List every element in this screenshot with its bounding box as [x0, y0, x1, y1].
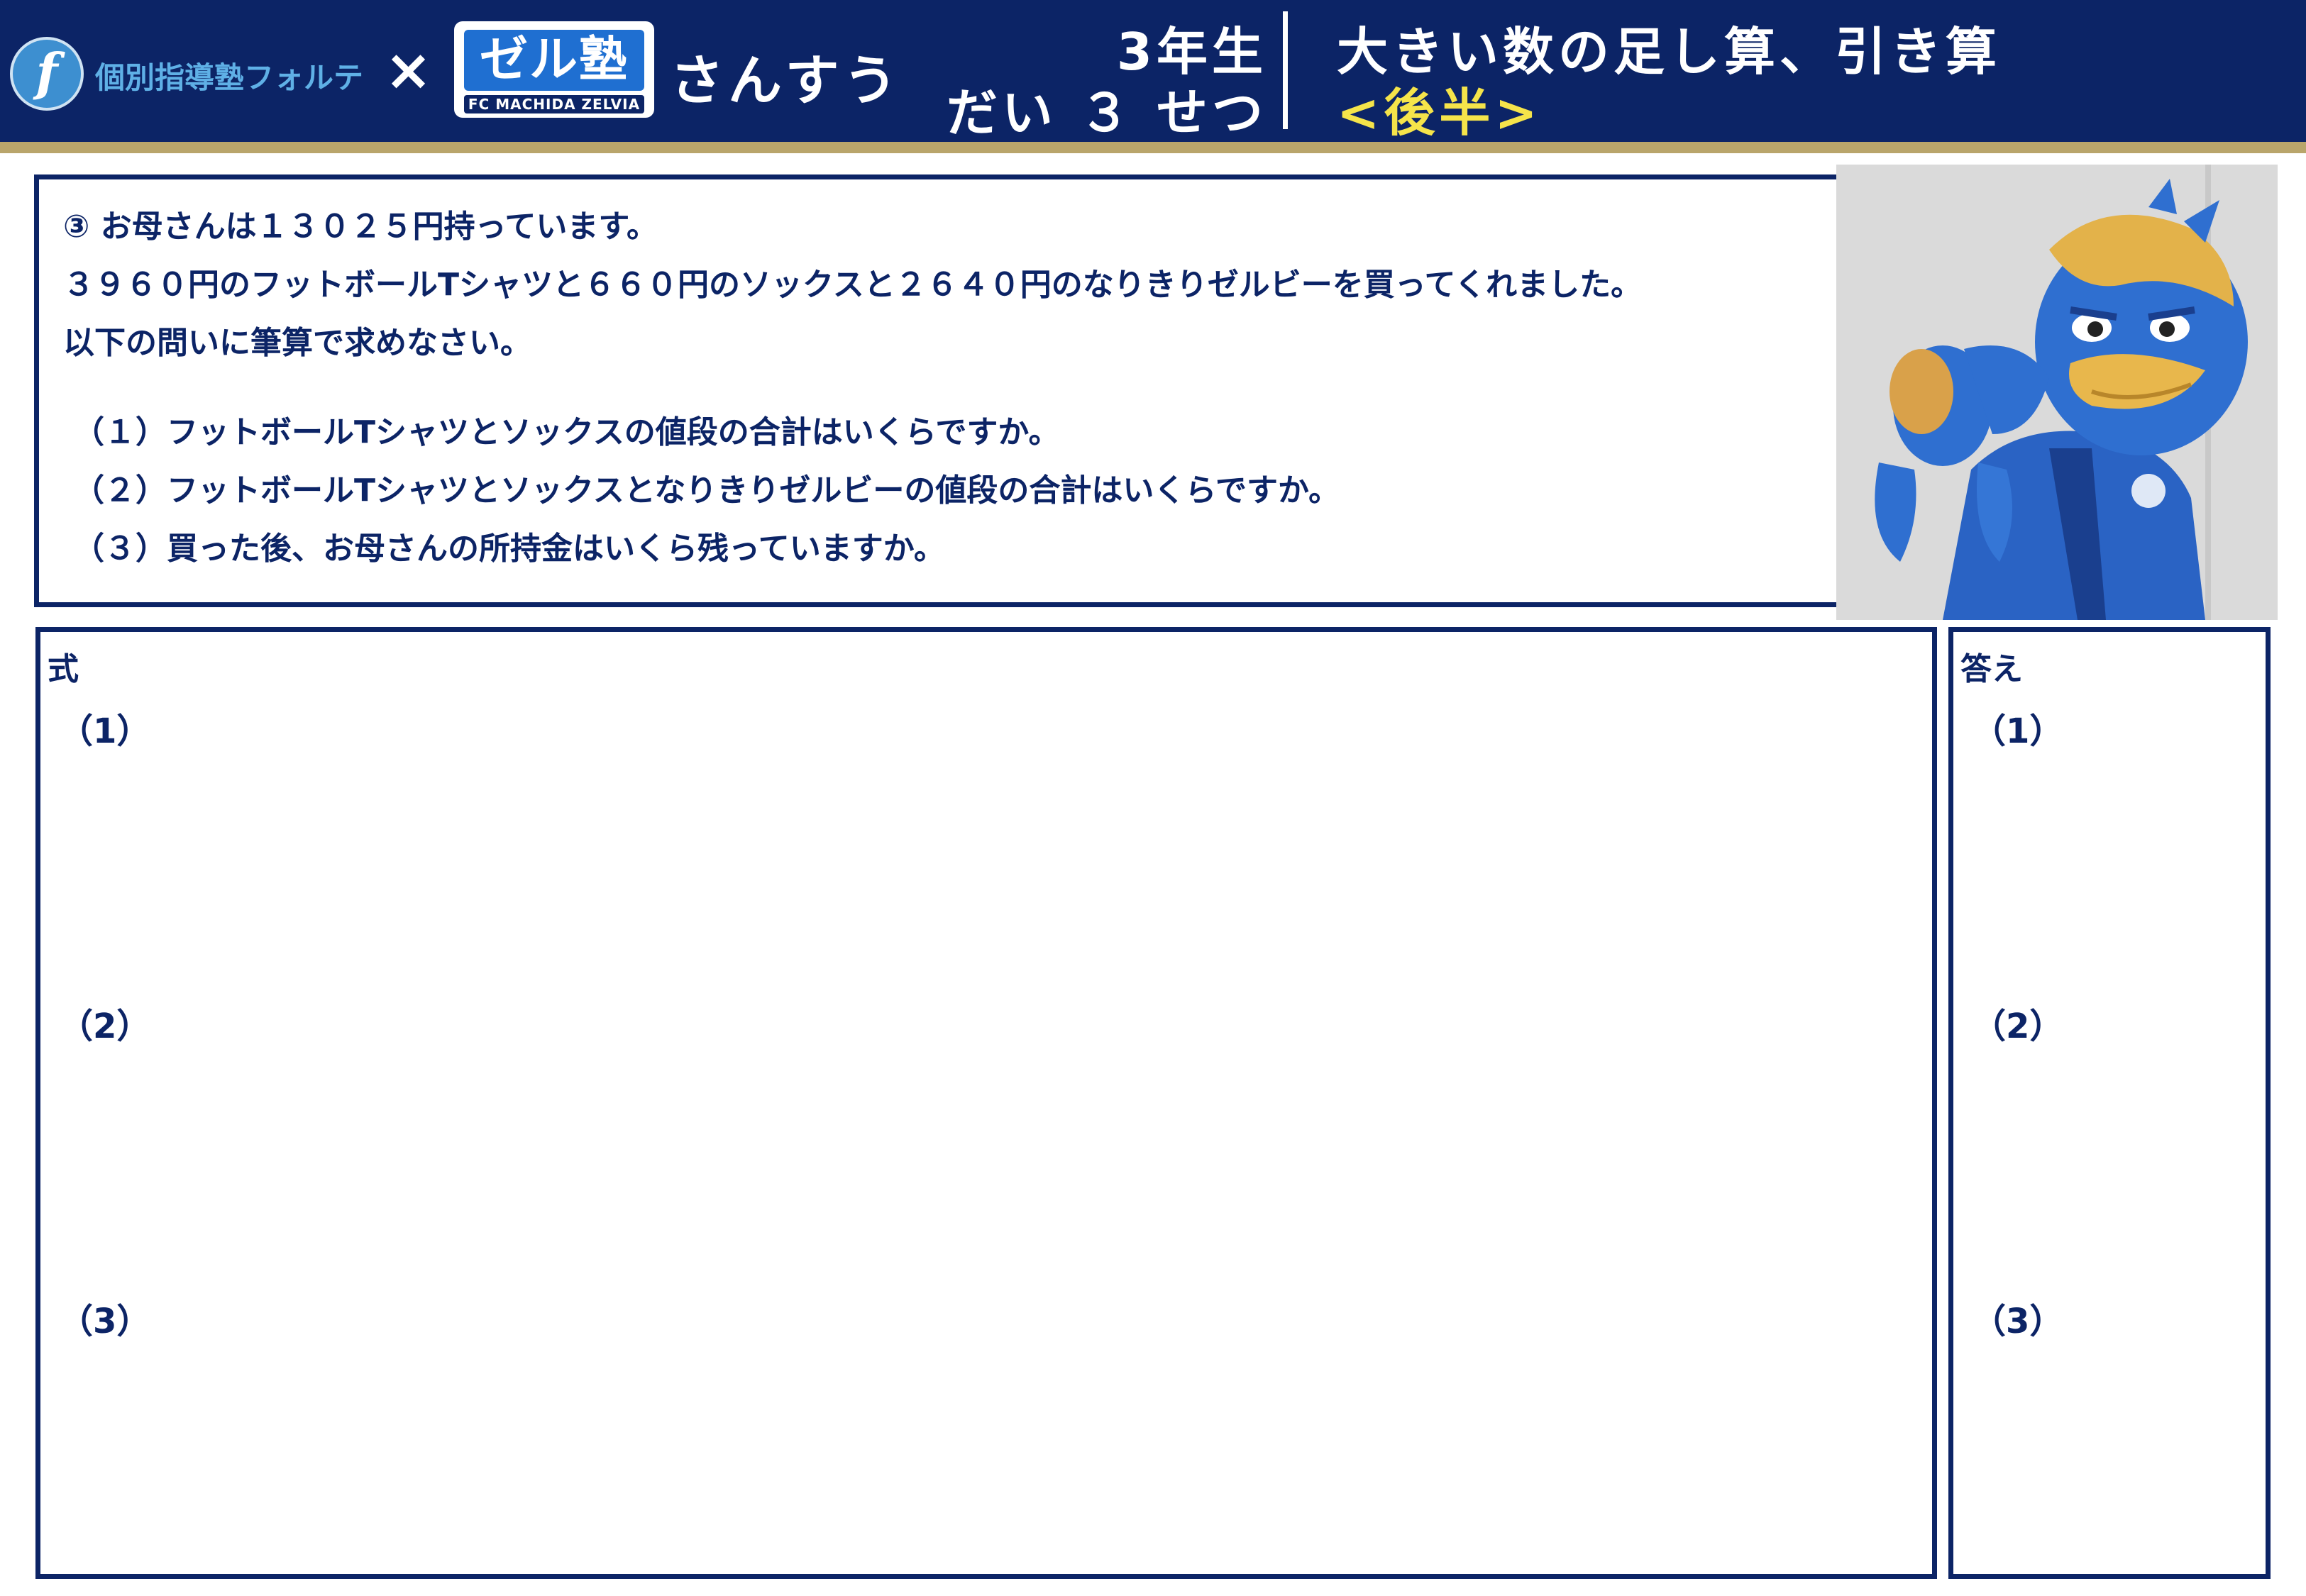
- unit-label: だい ３ せつ: [946, 83, 1267, 143]
- answer-item-2-label: （2）: [1972, 1007, 2064, 1046]
- answer-item-1-label: （1）: [1972, 711, 2064, 751]
- work-label: 式: [48, 651, 79, 687]
- work-item-1-label: （1）: [59, 711, 151, 751]
- work-area[interactable]: 式 （1） （2） （3）: [35, 627, 1937, 1579]
- answer-item-3-label: （3）: [1972, 1302, 2064, 1341]
- zel-juku-logo-sub: FC MACHIDA ZELVIA: [464, 95, 644, 113]
- zel-juku-logo-text: ゼル塾: [464, 30, 644, 91]
- mascot-photo: [1836, 165, 2278, 620]
- answer-label: 答え: [1960, 651, 2023, 687]
- question-1: （１）フットボールTシャツとソックスの値段の合計はいくらですか。: [73, 414, 1060, 450]
- subject-title: さんすう: [670, 49, 902, 112]
- problem-line: ③ お母さんは１３０２５円持っています。: [63, 209, 658, 245]
- forte-logo-icon: f: [10, 37, 84, 111]
- question-3: （３）買った後、お母さんの所持金はいくら残っていますか。: [73, 531, 945, 567]
- header-gold-divider: [0, 142, 2306, 153]
- cross-mark: ×: [385, 37, 433, 103]
- work-item-3-label: （3）: [59, 1302, 151, 1341]
- header-divider: [1283, 11, 1288, 129]
- page-subtitle: <後半>: [1337, 83, 1542, 143]
- header-bar: f 個別指導塾フォルテ × ゼル塾 FC MACHIDA ZELVIA さんすう…: [0, 0, 2306, 143]
- work-item-2-label: （2）: [59, 1007, 151, 1046]
- problem-line: ３９６０円のフットボールTシャツと６６０円のソックスと２６４０円のなりきりゼルビ…: [63, 267, 1643, 303]
- forte-name: 個別指導塾フォルテ: [95, 60, 364, 95]
- zel-juku-logo: ゼル塾 FC MACHIDA ZELVIA: [454, 21, 654, 118]
- problem-line: 以下の問いに筆算で求めなさい。: [63, 325, 531, 361]
- mascot-image: [1836, 165, 2278, 620]
- problem-box: ③ お母さんは１３０２５円持っています。 ３９６０円のフットボールTシャツと６６…: [34, 174, 1850, 607]
- answer-area[interactable]: 答え （1） （2） （3）: [1948, 627, 2271, 1579]
- question-2: （２）フットボールTシャツとソックスとなりきりゼルビーの値段の合計はいくらですか…: [73, 472, 1340, 509]
